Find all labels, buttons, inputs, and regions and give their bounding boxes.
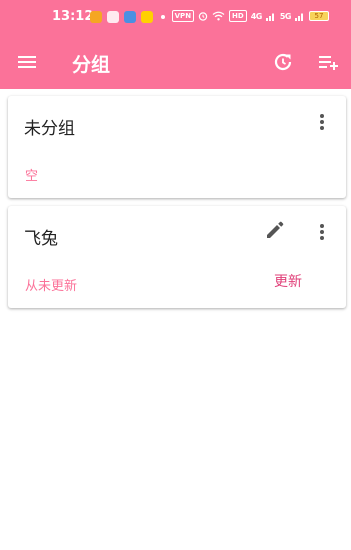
menu-button[interactable] [14,49,40,75]
meituan-icon [141,11,153,23]
more-vert-icon [320,114,324,130]
weibo-icon [90,11,102,23]
edit-button[interactable] [263,218,287,242]
hd-badge: HD [229,10,247,22]
status-bar: 13:12 VPN HD 4G 5G 57 [0,0,351,35]
group-status: 空 [25,169,39,184]
notification-dot [161,15,165,19]
group-status: 从未更新 [25,279,78,294]
playlist-add-icon [319,56,338,70]
group-card-ungrouped[interactable]: 未分组 空 [8,96,346,198]
more-vert-icon [320,224,324,240]
signal-bars-icon [265,13,274,21]
signal-4g: 4G [250,11,263,21]
group-name: 飞兔 [24,229,58,249]
vpn-badge: VPN [171,10,195,22]
wifi-icon [212,11,225,21]
group-card-feitu[interactable]: 飞兔 从未更新 更新 [8,206,346,308]
more-options-button[interactable] [310,110,334,134]
pencil-icon [267,221,284,238]
menu-icon [18,56,36,68]
page-title: 分组 [72,54,111,76]
add-group-button[interactable] [316,49,342,75]
signal-5g: 5G [279,11,292,21]
group-name: 未分组 [24,119,75,139]
battery-icon: 57 [309,11,329,21]
app-bar: 分组 [0,35,351,89]
mail-icon [107,11,119,23]
refresh-button[interactable] [270,49,296,75]
status-time: 13:12 [52,9,94,24]
app-icon [124,11,136,23]
signal-bars-icon [295,13,303,21]
update-button[interactable]: 更新 [266,268,310,294]
refresh-icon [274,53,292,71]
alarm-icon [198,12,208,21]
status-indicators: VPN HD 4G 5G 57 [171,10,329,22]
more-options-button[interactable] [310,220,334,244]
